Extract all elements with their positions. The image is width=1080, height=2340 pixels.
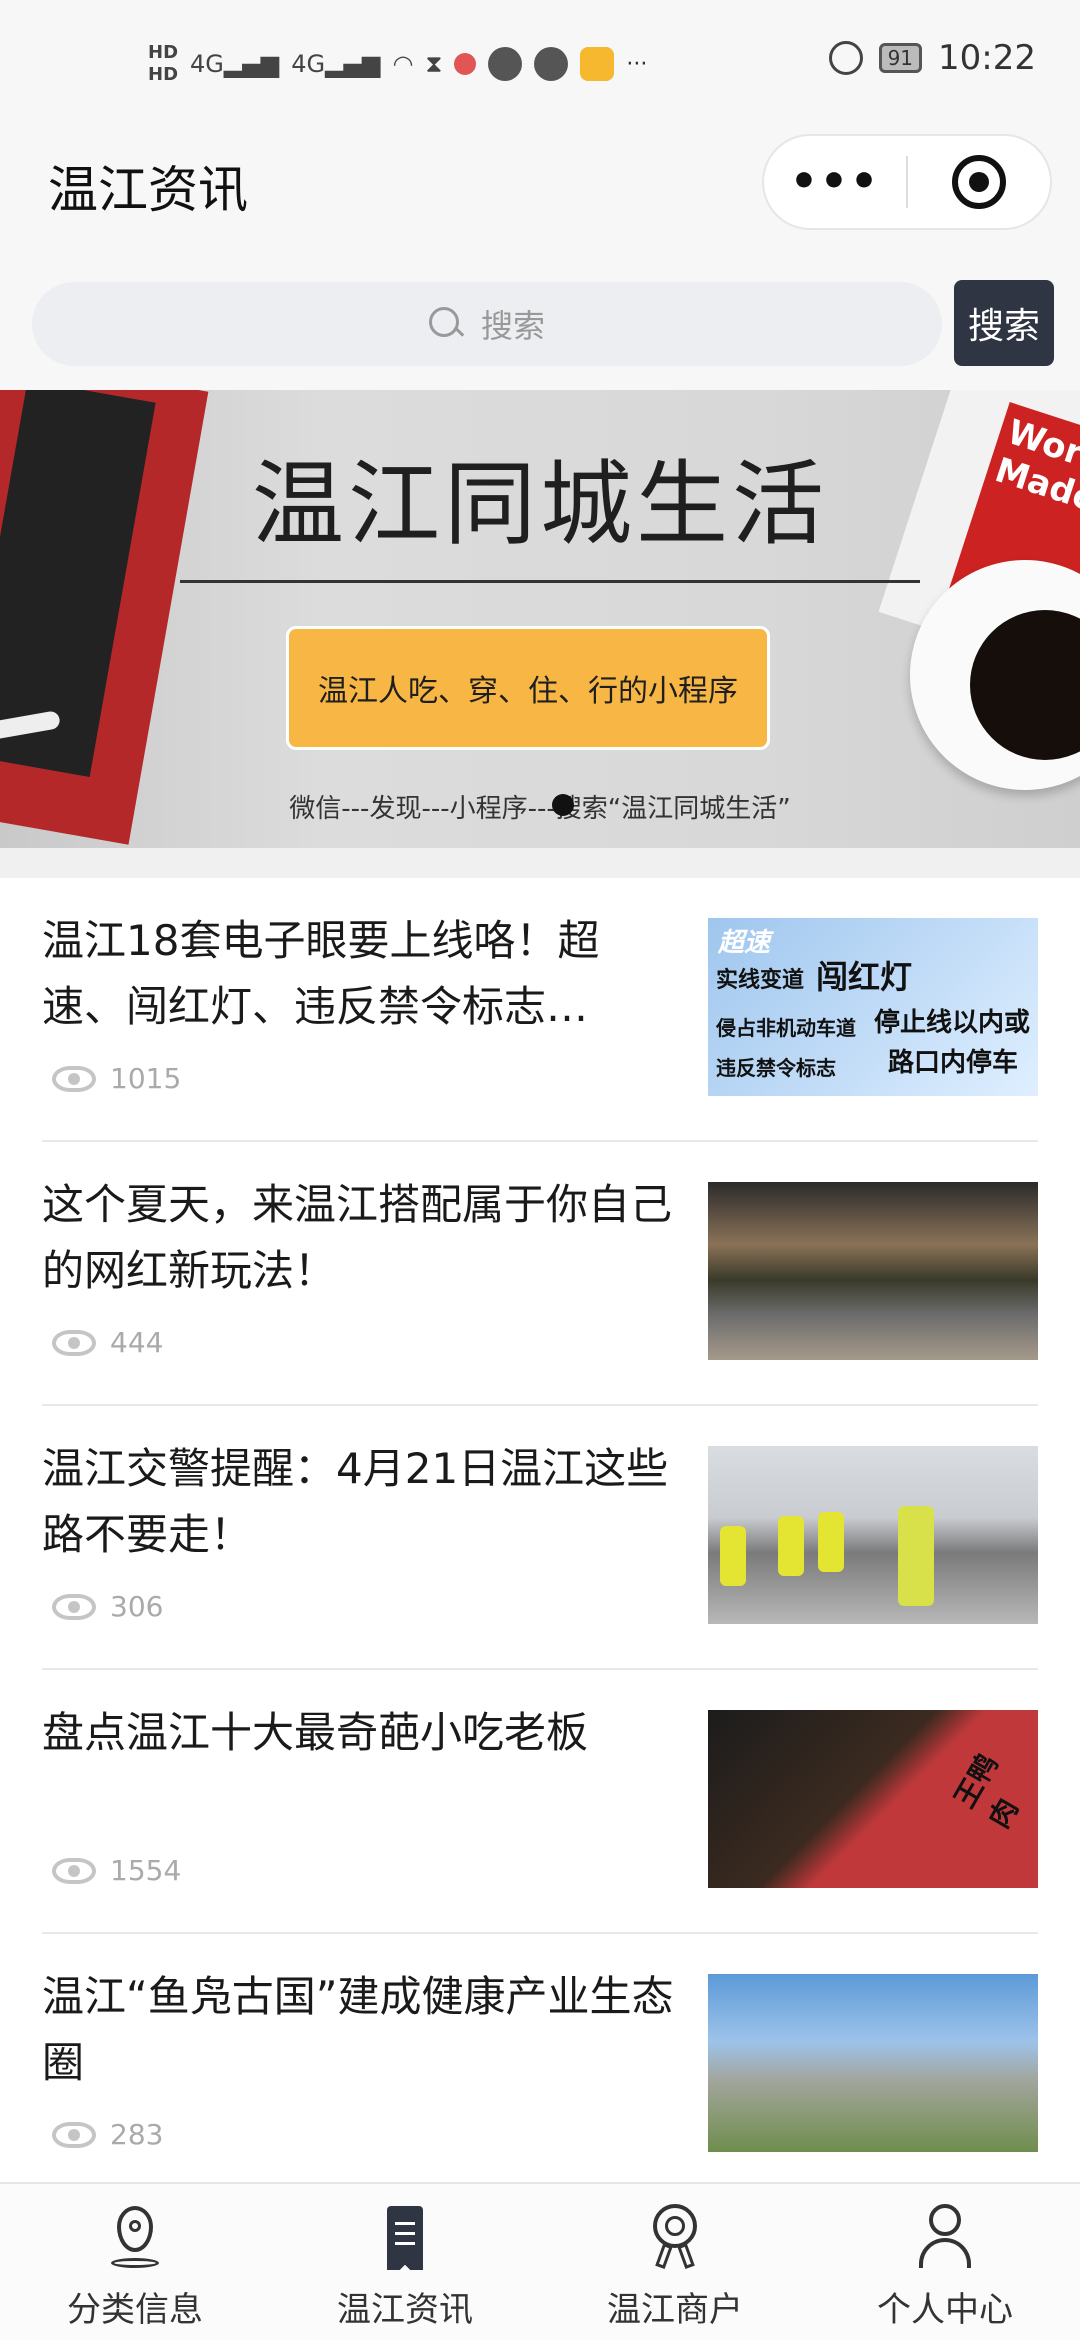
status-bar-left: HD HD 4G▂▄▆ 4G▂▄▆ ◠ ⧗ ··· bbox=[148, 34, 647, 94]
battery-icon: 91 bbox=[878, 43, 923, 73]
app-notification-icon bbox=[488, 47, 523, 81]
miniprogram-capsule: ••• bbox=[762, 134, 1052, 230]
target-icon bbox=[951, 155, 1006, 209]
article-item[interactable]: 这个夏天，来温江搭配属于你自己的网红新玩法！ 444 bbox=[42, 1142, 1038, 1406]
status-bar: HD HD 4G▂▄▆ 4G▂▄▆ ◠ ⧗ ··· 91 10:22 bbox=[0, 0, 1080, 130]
close-miniprogram-button[interactable] bbox=[908, 155, 1050, 209]
signal-1-icon: 4G▂▄▆ bbox=[190, 50, 280, 78]
view-count: 1015 bbox=[110, 1062, 182, 1095]
carousel-indicator[interactable] bbox=[552, 794, 574, 816]
tab-label: 分类信息 bbox=[67, 2290, 203, 2330]
hd-2-label: HD bbox=[148, 64, 179, 85]
network-2-label: 4G bbox=[291, 50, 326, 78]
eye-icon bbox=[52, 1065, 96, 1092]
thumb-text: 超速 bbox=[718, 928, 771, 958]
view-count: 283 bbox=[110, 2118, 164, 2151]
search-button[interactable]: 搜索 bbox=[954, 280, 1054, 366]
banner-subtitle: 微信---发现---小程序---搜索“温江同城生活” bbox=[289, 794, 791, 824]
article-thumbnail: 超速 实线变道 闯红灯 侵占非机动车道 停止线以内或 违反禁令标志 路口内停车 bbox=[708, 918, 1038, 1096]
signal-2-icon: 4G▂▄▆ bbox=[291, 50, 381, 78]
app-yellow-icon bbox=[580, 47, 615, 81]
article-item[interactable]: 温江18套电子眼要上线咯！超速、闯红灯、违反禁令标志… 1015 超速 实线变道… bbox=[42, 878, 1038, 1142]
article-views: 1015 bbox=[52, 1062, 181, 1095]
article-title: 温江“鱼凫古国”建成健康产业生态圈 bbox=[42, 1972, 674, 2087]
thumb-text: 停止线以内或 bbox=[874, 1008, 1031, 1038]
page-title: 温江资讯 bbox=[48, 161, 248, 219]
hourglass-icon: ⧗ bbox=[425, 50, 443, 78]
article-item[interactable]: 温江交警提醒：4月21日温江这些路不要走！ 306 bbox=[42, 1406, 1038, 1670]
thumb-text: 路口内停车 bbox=[888, 1048, 1019, 1078]
article-title: 这个夏天，来温江搭配属于你自己的网红新玩法！ bbox=[42, 1180, 673, 1295]
network-1-label: 4G bbox=[190, 50, 224, 78]
search-bar: 搜索 搜索 bbox=[0, 260, 1080, 390]
article-views: 306 bbox=[52, 1590, 163, 1623]
hd-1-label: HD bbox=[148, 42, 179, 63]
article-views: 1554 bbox=[52, 1854, 181, 1887]
banner-divider bbox=[180, 580, 920, 583]
status-bar-right: 91 10:22 bbox=[828, 38, 1036, 78]
bottom-tab-bar: 分类信息 温江资讯 温江商户 个人中心 bbox=[0, 2182, 1080, 2340]
article-item[interactable]: 盘点温江十大最奇葩小吃老板 1554 王鸭肉 bbox=[42, 1670, 1038, 1934]
more-menu-button[interactable]: ••• bbox=[764, 160, 906, 204]
article-views: 283 bbox=[52, 2118, 163, 2151]
eye-icon bbox=[52, 1593, 96, 1620]
view-count: 306 bbox=[110, 1590, 164, 1623]
article-thumbnail bbox=[708, 1446, 1038, 1624]
view-count: 1554 bbox=[110, 1854, 182, 1887]
thumb-text: 违反禁令标志 bbox=[716, 1056, 836, 1080]
search-icon bbox=[428, 307, 463, 341]
tab-label: 温江资讯 bbox=[337, 2290, 473, 2330]
eye-icon bbox=[52, 2121, 96, 2148]
eye-icon bbox=[52, 1329, 96, 1356]
promo-banner[interactable]: WordPo Made 温江同城生活 温江人吃、穿、住、行的小程序 微信---发… bbox=[0, 390, 1080, 848]
article-item[interactable]: 温江“鱼凫古国”建成健康产业生态圈 283 bbox=[42, 1934, 1038, 2198]
message-icon bbox=[534, 47, 569, 81]
article-thumbnail bbox=[708, 1182, 1038, 1360]
article-thumbnail: 王鸭肉 bbox=[708, 1710, 1038, 1888]
user-icon bbox=[915, 2204, 975, 2270]
article-views: 444 bbox=[52, 1326, 163, 1359]
tab-news[interactable]: 温江资讯 bbox=[270, 2184, 540, 2340]
article-title: 温江交警提醒：4月21日温江这些路不要走！ bbox=[42, 1444, 669, 1559]
article-thumbnail bbox=[708, 1974, 1038, 2152]
tab-category-info[interactable]: 分类信息 bbox=[0, 2184, 270, 2340]
banner-slogan: 温江人吃、穿、住、行的小程序 bbox=[286, 626, 770, 750]
search-input[interactable]: 搜索 bbox=[32, 282, 942, 366]
tab-merchants[interactable]: 温江商户 bbox=[540, 2184, 810, 2340]
thumb-text: 闯红灯 bbox=[816, 958, 913, 996]
tab-label: 个人中心 bbox=[877, 2290, 1013, 2330]
thumb-text: 侵占非机动车道 bbox=[716, 1016, 856, 1040]
tab-profile[interactable]: 个人中心 bbox=[810, 2184, 1080, 2340]
merchant-badge-icon bbox=[645, 2204, 705, 2270]
clock: 10:22 bbox=[938, 38, 1036, 78]
article-title: 温江18套电子眼要上线咯！超速、闯红灯、违反禁令标志… bbox=[42, 916, 600, 1031]
eye-icon bbox=[52, 1857, 96, 1884]
article-icon bbox=[375, 2204, 435, 2270]
alarm-icon bbox=[828, 41, 863, 75]
banner-title: 温江同城生活 bbox=[251, 451, 828, 558]
tab-label: 温江商户 bbox=[607, 2290, 743, 2330]
more-notifications-icon: ··· bbox=[626, 51, 648, 77]
hd-indicator: HD HD bbox=[148, 42, 178, 86]
thumb-text: 实线变道 bbox=[716, 968, 805, 993]
navigation-bar: 温江资讯 ••• bbox=[0, 130, 1080, 260]
location-pin-icon bbox=[105, 2204, 165, 2270]
article-title: 盘点温江十大最奇葩小吃老板 bbox=[42, 1708, 589, 1757]
map-app-icon bbox=[454, 53, 477, 75]
section-gap bbox=[0, 848, 1080, 878]
thumb-text: 王鸭肉 bbox=[947, 1748, 1025, 1834]
search-placeholder: 搜索 bbox=[480, 307, 545, 345]
wifi-icon: ◠ bbox=[392, 50, 414, 78]
view-count: 444 bbox=[110, 1326, 164, 1359]
